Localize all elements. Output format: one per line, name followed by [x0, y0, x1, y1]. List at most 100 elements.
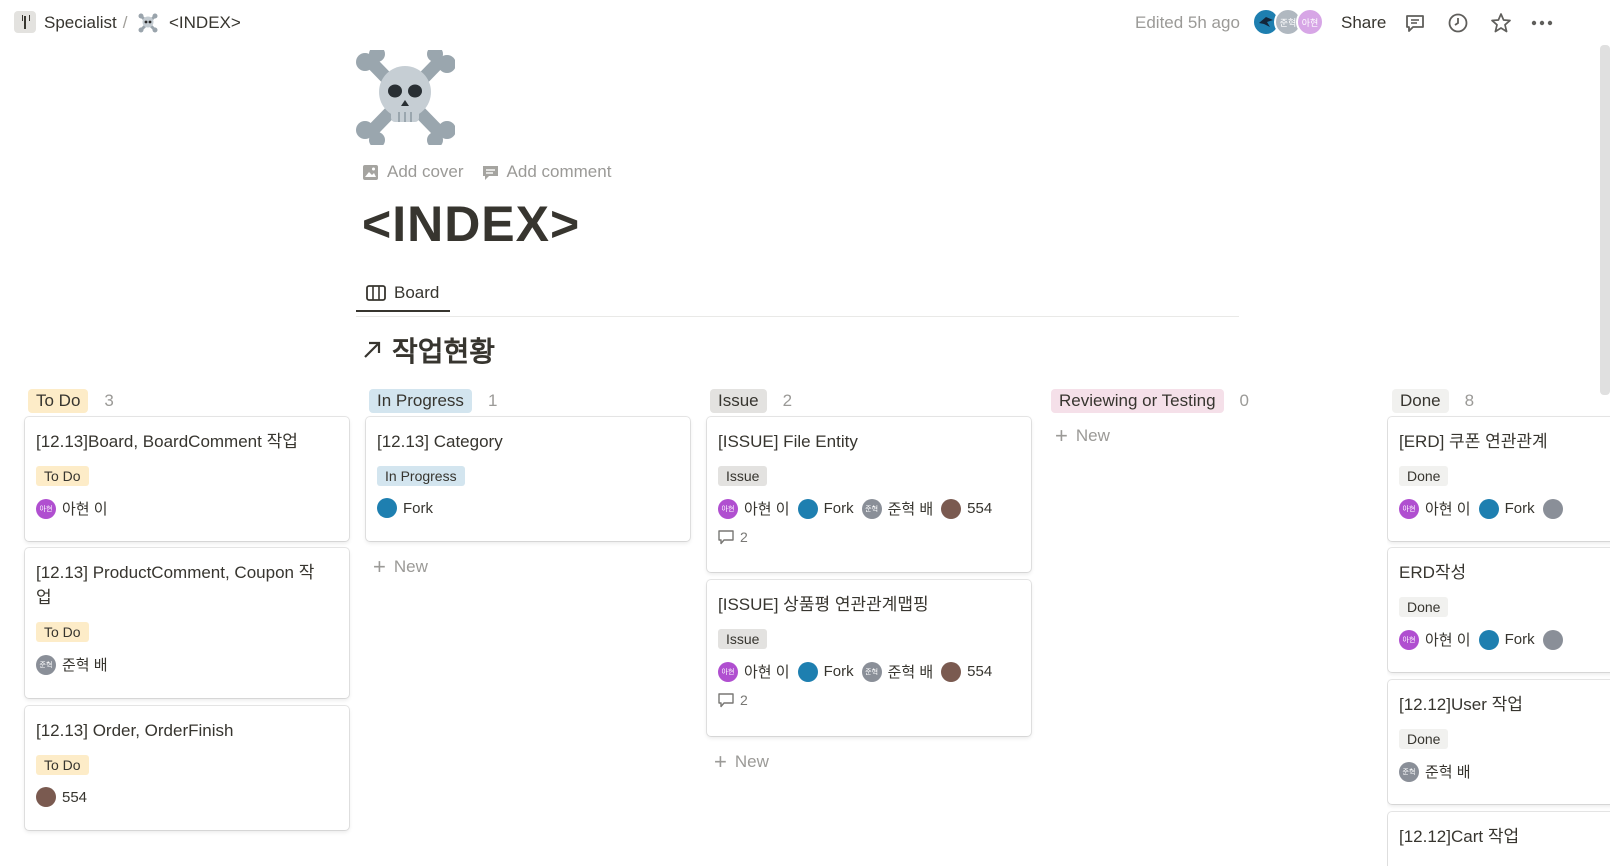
avatar: 아현 — [718, 498, 738, 519]
person-name: 준혁 배 — [62, 657, 108, 674]
linked-arrow-icon — [364, 341, 381, 358]
card[interactable]: [12.12]User 작업 Done 준혁 준혁 배 — [1388, 680, 1610, 804]
card[interactable]: [12.13]Board, BoardComment 작업 To Do 아현 아현… — [25, 417, 349, 541]
status-tag: Done — [1399, 466, 1449, 486]
column-done-count: 8 — [1464, 391, 1475, 410]
person-name: 준혁 배 — [887, 664, 934, 681]
column-header-todo[interactable]: To Do 3 — [28, 388, 114, 414]
assignees: 준혁 준혁 배 — [1399, 761, 1610, 782]
column-header-reviewing[interactable]: Reviewing or Testing 0 — [1051, 388, 1249, 414]
new-card-button-issue[interactable]: + New — [714, 751, 769, 773]
avatar-554 — [941, 661, 962, 682]
avatar: 아현 — [1399, 629, 1419, 650]
plus-icon: + — [714, 749, 727, 774]
card-title: [ERD] 쿠폰 연관관계 — [1399, 432, 1548, 451]
person-name: 아현 이 — [744, 664, 790, 681]
add-cover-label: Add cover — [387, 162, 464, 181]
status-tag: In Progress — [377, 466, 465, 486]
status-tag: Done — [1399, 729, 1449, 749]
comment-count-value: 2 — [740, 529, 748, 545]
person-name: Fork — [823, 663, 854, 680]
person-name: 아현 이 — [744, 501, 790, 518]
new-label: New — [393, 557, 428, 576]
plus-icon: + — [373, 554, 386, 579]
avatar: 아현 — [36, 498, 56, 519]
workspace-icon[interactable] — [14, 11, 36, 33]
avatar-fork — [797, 498, 818, 519]
avatar-fork — [377, 498, 397, 518]
avatar-554 — [941, 498, 962, 519]
card[interactable]: [ISSUE] File Entity Issue 아현 아현 이 Fork 준혁… — [707, 417, 1031, 572]
column-reviewing-count: 0 — [1239, 391, 1250, 410]
person-name: Fork — [823, 500, 854, 517]
comment-count: 2 — [718, 692, 1020, 708]
card[interactable]: [ERD] 쿠폰 연관관계 Done 아현 아현 이 Fork — [1388, 417, 1610, 541]
edited-timestamp: Edited 5h ago — [1135, 12, 1240, 32]
person-name: 아현 이 — [1425, 632, 1471, 649]
board-view-icon — [366, 285, 386, 301]
share-button[interactable]: Share — [1341, 13, 1386, 33]
page-icon-skull[interactable] — [355, 46, 456, 148]
card[interactable]: [12.13] Order, OrderFinish To Do 554 — [25, 706, 349, 830]
card[interactable]: [ISSUE] 상품평 연관관계맵핑 Issue 아현 아현 이 Fork 준혁 준… — [707, 580, 1031, 736]
new-card-button-reviewing[interactable]: + New — [1055, 425, 1110, 447]
assignees: Fork — [377, 498, 679, 518]
avatar: 아현 — [718, 661, 738, 682]
breadcrumb: Specialist / — [44, 11, 128, 35]
tab-board-label: Board — [394, 283, 440, 302]
assignees: 아현 아현 이 — [36, 498, 338, 519]
breadcrumb-separator: / — [122, 13, 128, 32]
person-name: 554 — [967, 663, 993, 680]
column-reviewing-label: Reviewing or Testing — [1051, 389, 1224, 413]
assignees: 아현 아현 이 Fork 준혁 준혁 배 554 — [718, 498, 1020, 519]
card-title: [12.13] ProductComment, Coupon 작업 — [36, 563, 315, 607]
tab-board[interactable]: Board — [356, 276, 450, 312]
column-done-label: Done — [1392, 389, 1449, 413]
card[interactable]: ERD작성 Done 아현 아현 이 Fork — [1388, 548, 1610, 672]
top-bar: Specialist / <INDEX> Edited 5h ago 준혁 아현… — [0, 0, 1610, 45]
avatar: 준혁 — [1399, 761, 1419, 782]
page-title[interactable]: <INDEX> — [362, 195, 580, 253]
database-title[interactable]: 작업현황 — [362, 330, 495, 370]
add-comment-button[interactable]: Add comment — [482, 162, 612, 182]
status-tag: Issue — [718, 466, 768, 486]
page-actions: Add cover Add comment — [362, 160, 611, 184]
avatar — [1542, 498, 1563, 519]
assignees: 아현 아현 이 Fork — [1399, 629, 1610, 650]
breadcrumb-workspace[interactable]: Specialist — [44, 13, 117, 33]
avatar-fork — [797, 661, 818, 682]
add-cover-button[interactable]: Add cover — [362, 162, 464, 182]
column-issue-count: 2 — [782, 391, 793, 410]
avatar — [1542, 629, 1563, 650]
person-name: Fork — [403, 499, 433, 517]
person-name: 554 — [62, 788, 88, 806]
column-in-progress-label: In Progress — [369, 389, 472, 413]
card-title: [ISSUE] 상품평 연관관계맵핑 — [718, 595, 929, 614]
skull-icon — [138, 13, 158, 33]
card-title: ERD작성 — [1399, 563, 1467, 582]
column-todo-label: To Do — [28, 389, 89, 413]
card-title: [12.12]User 작업 — [1399, 695, 1523, 714]
card[interactable]: [12.12]Cart 작업 — [1388, 812, 1610, 866]
assignees: 준혁 준혁 배 — [36, 654, 338, 675]
new-card-button-in-progress[interactable]: + New — [373, 556, 428, 578]
hawk-icon — [1259, 17, 1273, 27]
column-header-issue[interactable]: Issue 2 — [710, 388, 792, 414]
avatar: 준혁 — [861, 661, 882, 682]
view-divider — [356, 316, 1239, 317]
card[interactable]: [12.13] ProductComment, Coupon 작업 To Do … — [25, 548, 349, 698]
vertical-scrollbar[interactable] — [1600, 45, 1610, 395]
card-title: [12.13] Order, OrderFinish — [36, 721, 234, 740]
person-name: Fork — [1504, 500, 1535, 517]
new-label: New — [1075, 426, 1110, 445]
add-comment-label: Add comment — [506, 162, 612, 181]
comment-count-value: 2 — [740, 692, 748, 708]
card[interactable]: [12.13] Category In Progress Fork — [366, 417, 690, 541]
avatar-ahyun: 아현 — [1296, 8, 1324, 36]
avatar-fork — [1478, 498, 1499, 519]
person-name: 아현 이 — [62, 501, 108, 518]
column-header-in-progress[interactable]: In Progress 1 — [369, 388, 497, 414]
breadcrumb-page[interactable]: <INDEX> — [137, 11, 241, 35]
avatar-554 — [36, 787, 56, 807]
column-header-done[interactable]: Done 8 — [1392, 388, 1474, 414]
